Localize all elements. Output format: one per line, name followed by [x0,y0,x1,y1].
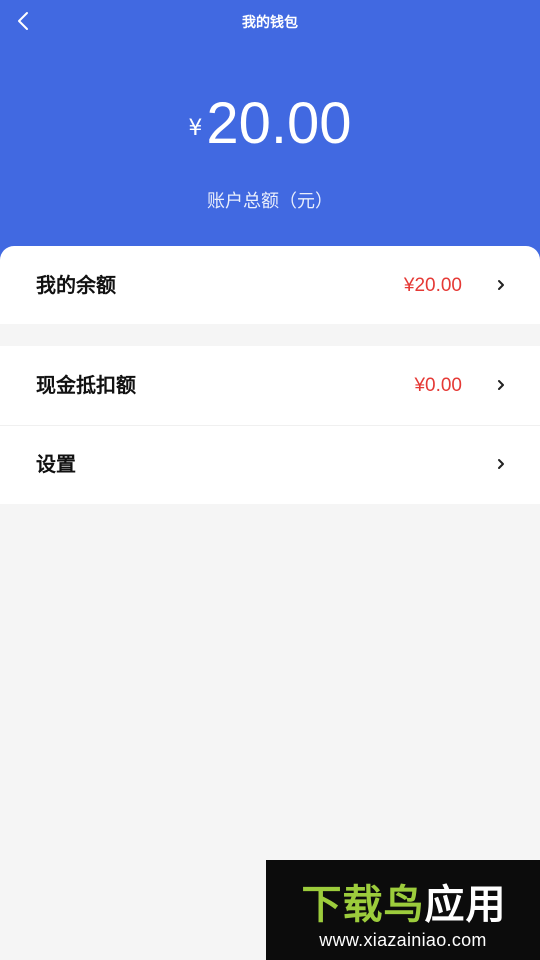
settings-card: 现金抵扣额 ¥0.00 设置 [0,346,540,504]
row-value: ¥20.00 [403,275,462,296]
watermark-logo: 下载鸟应用 www.xiazainiao.com [266,860,540,960]
watermark-url: www.xiazainiao.com [319,930,487,950]
page-title: 我的钱包 [242,15,298,31]
chevron-right-icon [498,459,504,469]
row-my-balance[interactable]: 我的余额 ¥20.00 [0,246,540,325]
wallet-header: 我的钱包 ¥20.00 账户总额（元） [0,0,540,270]
row-cash-deduction[interactable]: 现金抵扣额 ¥0.00 [0,346,540,425]
watermark-title: 下载鸟应用 [302,882,507,928]
row-settings[interactable]: 设置 [0,425,540,504]
row-label: 我的余额 [36,273,116,297]
row-label: 现金抵扣额 [36,373,136,397]
total-amount: ¥20.00 [0,92,540,156]
balance-card: 我的余额 ¥20.00 [0,246,540,324]
row-label: 设置 [36,452,76,476]
svg-text:下载鸟应用: 下载鸟应用 [302,882,507,928]
row-value: ¥0.00 [414,375,462,396]
total-amount-label: 账户总额（元） [207,191,333,212]
total-amount-value: 20.00 [206,91,352,156]
currency-symbol: ¥ [188,116,203,141]
chevron-right-icon [498,280,504,290]
chevron-right-icon [498,380,504,390]
